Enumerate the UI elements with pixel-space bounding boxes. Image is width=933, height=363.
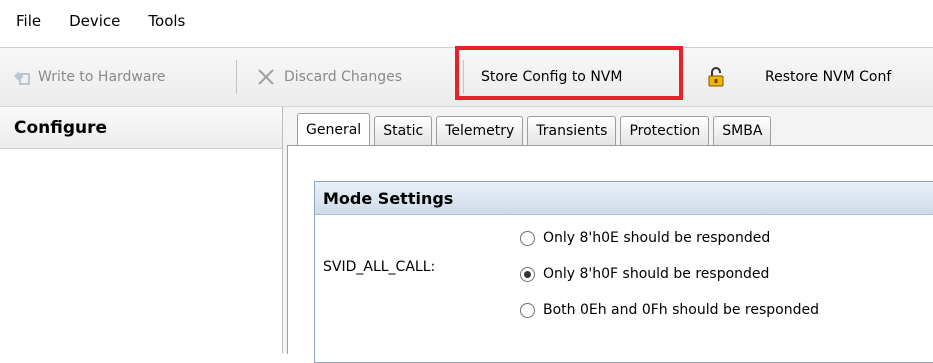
tab-general[interactable]: General <box>297 113 371 145</box>
restore-nvm-config-button[interactable]: Restore NVM Conf <box>765 48 891 106</box>
tab-static[interactable]: Static <box>374 116 433 145</box>
radio-option-both[interactable]: Both 0Eh and 0Fh should be responded <box>520 302 819 318</box>
store-config-to-nvm-button[interactable]: Store Config to NVM <box>481 48 622 106</box>
toolbar: Write to Hardware Discard Changes Store … <box>0 47 933 107</box>
unlock-button[interactable] <box>706 48 726 106</box>
radio-button[interactable] <box>520 230 535 246</box>
radio-option-0f[interactable]: Only 8'h0F should be responded <box>520 266 769 282</box>
group-title: Mode Settings <box>315 182 933 215</box>
tab-smba[interactable]: SMBA <box>713 116 772 145</box>
write-to-hardware-button[interactable]: Write to Hardware <box>12 48 166 106</box>
radio-option-0e[interactable]: Only 8'h0E should be responded <box>520 230 770 246</box>
menu-bar: File Device Tools <box>0 0 933 42</box>
left-panel: Configure <box>0 107 283 353</box>
unlock-icon <box>706 66 726 88</box>
write-to-hardware-label: Write to Hardware <box>38 69 166 85</box>
tab-bar: General Static Telemetry Transients Prot… <box>297 113 775 145</box>
radio-label: Both 0Eh and 0Fh should be responded <box>543 302 819 318</box>
configure-header: Configure <box>0 107 282 149</box>
menu-device[interactable]: Device <box>69 12 130 30</box>
menu-tools[interactable]: Tools <box>148 12 195 30</box>
store-config-label: Store Config to NVM <box>481 69 623 85</box>
radio-button-selected[interactable] <box>520 266 535 282</box>
restore-nvm-label: Restore NVM Conf <box>765 69 892 85</box>
discard-changes-label: Discard Changes <box>284 69 402 85</box>
tab-transients[interactable]: Transients <box>527 116 617 145</box>
toolbar-separator <box>463 60 464 94</box>
main-area: General Static Telemetry Transients Prot… <box>283 107 933 363</box>
tab-protection[interactable]: Protection <box>620 116 710 145</box>
toolbar-separator <box>236 60 237 94</box>
tab-content: Mode Settings SVID_ALL_CALL: Only 8'h0E … <box>287 145 933 363</box>
mode-settings-group: Mode Settings SVID_ALL_CALL: Only 8'h0E … <box>314 181 933 363</box>
radio-button[interactable] <box>520 302 535 318</box>
svid-all-call-label: SVID_ALL_CALL: <box>323 259 436 275</box>
tab-telemetry[interactable]: Telemetry <box>436 116 524 145</box>
close-icon <box>256 67 276 87</box>
menu-file[interactable]: File <box>16 12 51 30</box>
discard-changes-button[interactable]: Discard Changes <box>256 48 402 106</box>
radio-label: Only 8'h0F should be responded <box>543 266 770 282</box>
write-hardware-icon <box>12 68 32 86</box>
radio-label: Only 8'h0E should be responded <box>543 230 771 246</box>
